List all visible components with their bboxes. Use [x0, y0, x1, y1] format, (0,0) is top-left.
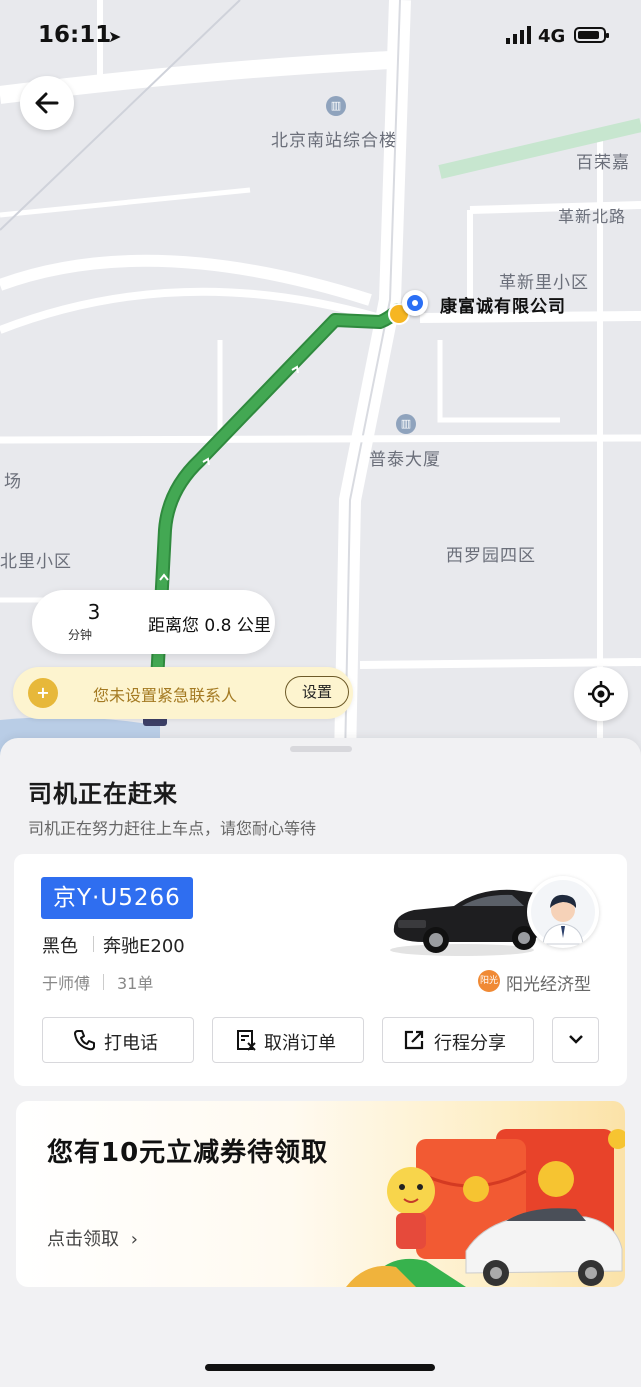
- set-emergency-contact-button[interactable]: 设置: [285, 676, 349, 708]
- status-bar: 16:11 ➤ 4G: [0, 0, 641, 70]
- claim-coupon-label: 点击领取: [47, 1229, 119, 1250]
- status-time: 16:11: [38, 22, 112, 48]
- claim-coupon-link[interactable]: 点击领取 ›: [47, 1225, 138, 1251]
- chevron-right-icon: ›: [130, 1229, 138, 1250]
- divider: [93, 936, 94, 952]
- emergency-contact-text: 您未设置紧急联系人: [93, 686, 238, 705]
- car-color: 黑色: [42, 936, 78, 957]
- chevron-down-icon: [569, 1035, 583, 1044]
- cancel-order-icon: [237, 1030, 256, 1051]
- eta-distance: 距离您 0.8 公里: [148, 616, 271, 636]
- back-arrow-icon: [35, 92, 59, 114]
- map-label-south-station: 北京南站综合楼: [271, 131, 397, 151]
- sheet-subtitle: 司机正在努力赶往上车点，请您耐心等待: [28, 819, 317, 838]
- driver-name: 于师傅: [42, 974, 91, 993]
- sheet-title: 司机正在赶来: [28, 780, 178, 808]
- locate-me-button[interactable]: [574, 667, 628, 721]
- driver-order-count: 31单: [117, 974, 154, 993]
- call-label: 打电话: [104, 1033, 158, 1054]
- emergency-contact-banner: + 您未设置紧急联系人 设置: [13, 667, 353, 719]
- sheet-drag-handle[interactable]: [290, 746, 352, 752]
- share-icon: [404, 1030, 424, 1050]
- driver-portrait-icon: [531, 880, 595, 945]
- service-type: 阳光经济型: [506, 975, 591, 995]
- battery-icon: [574, 27, 609, 43]
- map-label-beili: 北里小区: [0, 552, 72, 572]
- location-arrow-icon: ➤: [108, 27, 122, 46]
- driver-card: 京Y·U5266 黑色 奔驰E200 于师傅 31单 阳光 阳光经济型 打电话 …: [14, 854, 627, 1086]
- cancel-order-label: 取消订单: [264, 1033, 336, 1054]
- service-brand-badge: 阳光: [478, 970, 500, 992]
- call-driver-button[interactable]: 打电话: [42, 1017, 194, 1063]
- more-actions-button[interactable]: [552, 1017, 599, 1063]
- map-label-putai: 普泰大厦: [369, 450, 441, 470]
- home-indicator[interactable]: [205, 1364, 435, 1371]
- map-label-gexin-north-road: 革新北路: [558, 207, 627, 226]
- destination-pin-icon[interactable]: [402, 290, 428, 316]
- cancel-order-button[interactable]: 取消订单: [212, 1017, 364, 1063]
- poi-building-icon: ▥: [326, 96, 346, 116]
- driver-avatar[interactable]: [527, 876, 599, 948]
- network-type: 4G: [538, 26, 566, 47]
- promo-title: 您有10元立减券待领取: [47, 1138, 329, 1168]
- coupon-promo-banner[interactable]: 您有10元立减券待领取 点击领取 ›: [16, 1101, 625, 1287]
- share-trip-button[interactable]: 行程分享: [382, 1017, 534, 1063]
- trip-status-sheet: 司机正在赶来 司机正在努力赶往上车点，请您耐心等待 京Y·U5266 黑色 奔驰…: [0, 738, 641, 1387]
- car-model: 奔驰E200: [103, 936, 185, 957]
- signal-icon: [506, 26, 531, 44]
- poi-building-icon: ▥: [396, 414, 416, 434]
- crosshair-icon: [588, 681, 614, 707]
- phone-icon: [74, 1030, 95, 1051]
- eta-bubble: 3 分钟 距离您 0.8 公里: [32, 590, 275, 654]
- map-label-bairongjia: 百荣嘉: [576, 153, 630, 173]
- eta-minutes: 3: [87, 600, 101, 624]
- share-trip-label: 行程分享: [434, 1033, 506, 1054]
- eta-minutes-unit: 分钟: [67, 628, 92, 642]
- divider: [103, 974, 104, 990]
- destination-label: 康富诚有限公司: [440, 297, 566, 317]
- promo-illustration: [346, 1129, 625, 1287]
- map-label-gexinli: 革新里小区: [499, 273, 589, 293]
- back-button[interactable]: [20, 76, 74, 130]
- license-plate: 京Y·U5266: [41, 877, 193, 919]
- map-label-xiluoyuan: 西罗园四区: [446, 546, 536, 566]
- map-label-chang: 场: [4, 472, 22, 492]
- shield-icon: +: [28, 678, 58, 708]
